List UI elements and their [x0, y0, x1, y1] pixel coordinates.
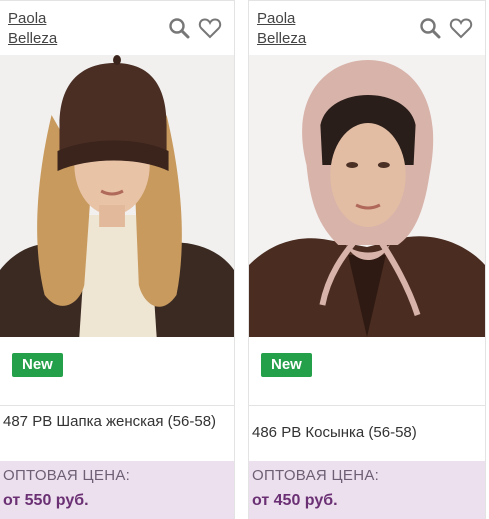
- price-box: ОПТОВАЯ ЦЕНА: от 550 руб.: [0, 461, 234, 519]
- brand-link[interactable]: Paola Belleza: [257, 9, 306, 49]
- price-label: ОПТОВАЯ ЦЕНА:: [3, 467, 131, 484]
- product-card[interactable]: Paola Belleza New 486 PB Косынка (56-58)…: [248, 0, 486, 519]
- product-image[interactable]: [0, 55, 234, 337]
- divider: [249, 405, 485, 406]
- brand-link[interactable]: Paola Belleza: [8, 9, 57, 49]
- search-icon[interactable]: [419, 17, 441, 39]
- product-image[interactable]: [249, 55, 485, 337]
- brand-name-line2[interactable]: Belleza: [257, 29, 306, 49]
- price-label: ОПТОВАЯ ЦЕНА:: [252, 467, 380, 484]
- brand-name-line1[interactable]: Paola: [257, 9, 306, 29]
- search-icon[interactable]: [168, 17, 190, 39]
- price-box: ОПТОВАЯ ЦЕНА: от 450 руб.: [249, 461, 485, 519]
- new-badge: New: [12, 353, 63, 377]
- brand-name-line2[interactable]: Belleza: [8, 29, 57, 49]
- brand-name-line1[interactable]: Paola: [8, 9, 57, 29]
- product-name[interactable]: 486 PB Косынка (56-58): [252, 423, 479, 443]
- new-badge: New: [261, 353, 312, 377]
- divider: [0, 405, 234, 406]
- product-card[interactable]: Paola Belleza New 487 PB Шапка женская (…: [0, 0, 235, 519]
- price-value: от 450 руб.: [252, 492, 338, 509]
- product-name[interactable]: 487 PB Шапка женская (56-58): [3, 412, 228, 432]
- heart-icon[interactable]: [449, 17, 473, 39]
- price-value: от 550 руб.: [3, 492, 89, 509]
- heart-icon[interactable]: [198, 17, 222, 39]
